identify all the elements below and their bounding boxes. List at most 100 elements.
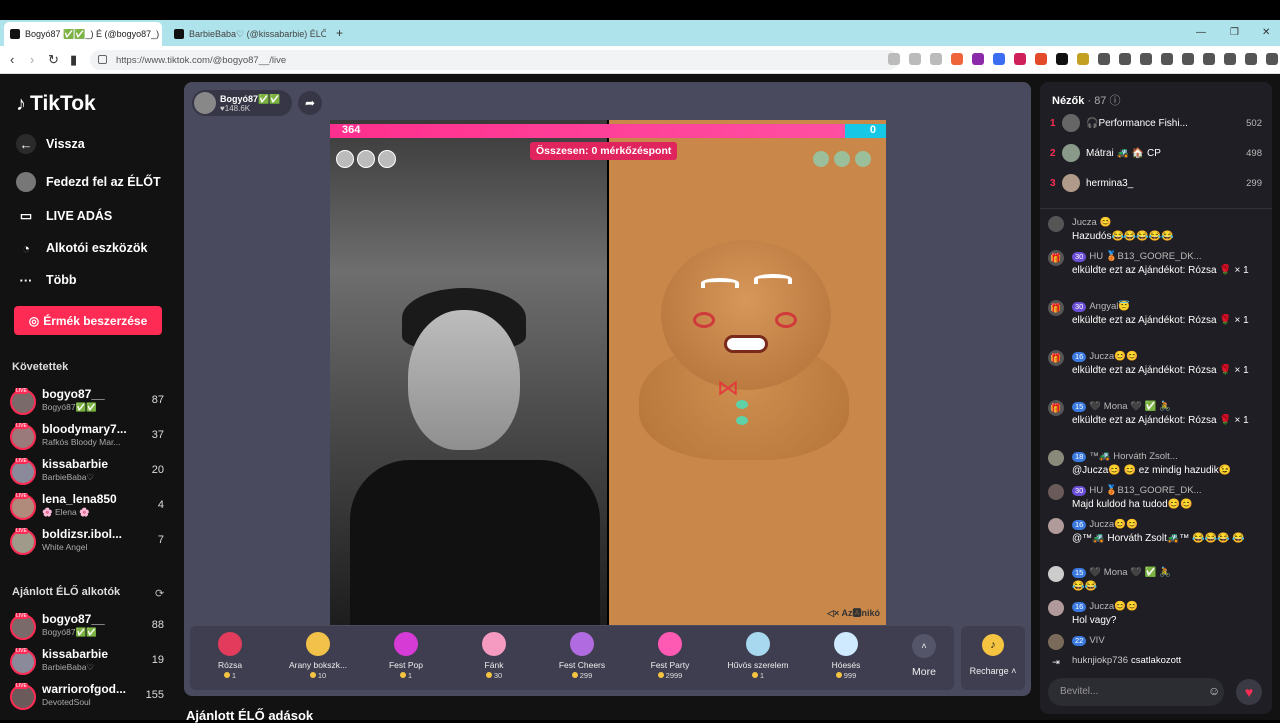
supporter-avatar[interactable] [378, 150, 396, 168]
mute-icon[interactable]: ◁× [827, 608, 839, 618]
avatar [1048, 216, 1064, 232]
tiktok-logo[interactable]: ♪ TikTok [16, 92, 96, 116]
get-coins-button[interactable]: ◎ Érmék beszerzése [14, 306, 162, 335]
recommended-account[interactable]: LIVE warriorofgod... DevotedSoul 155 [10, 682, 170, 714]
nav-creator-tools[interactable]: ◔ Alkotói eszközök [16, 238, 147, 258]
brave-shield-icon[interactable] [951, 53, 963, 65]
gingerbread-button [736, 400, 748, 409]
extension-icon[interactable] [1056, 53, 1068, 65]
following-account[interactable]: LIVE kissabarbie BarbieBaba♡ 20 [10, 457, 170, 489]
translate-icon[interactable] [888, 53, 900, 65]
extension-icons [888, 53, 1278, 65]
gift-icon: 🎁 [1048, 250, 1064, 266]
share-button[interactable]: ➦ [298, 91, 322, 115]
heart-icon: ♥ [1244, 684, 1254, 700]
browser-tab[interactable]: BarbieBaba♡ (@kissabarbie) ÉLŐ [168, 22, 326, 46]
site-info-icon[interactable] [98, 55, 107, 64]
bookmark-icon[interactable]: ▮ [70, 52, 77, 68]
top-viewer[interactable]: 3 hermina3_ 299 [1050, 174, 1262, 194]
avatar: LIVE [10, 648, 36, 675]
forward-icon[interactable]: › [30, 52, 34, 67]
host-info[interactable]: Bogyó87✅✅ ♥148.6K [192, 90, 292, 116]
warning-icon[interactable] [972, 53, 984, 65]
supporter-placeholder-icon[interactable] [812, 150, 830, 168]
more-gifts-button[interactable]: ˄ More [912, 634, 936, 678]
coin-icon [751, 672, 758, 678]
extension-icon[interactable] [993, 53, 1005, 65]
new-tab-icon[interactable]: + [336, 26, 343, 40]
music-icon[interactable] [1140, 53, 1152, 65]
minimize-icon[interactable]: — [1196, 27, 1206, 38]
supporter-placeholder-icon[interactable] [833, 150, 851, 168]
tab-title: BarbieBaba♡ (@kissabarbie) ÉLŐ [189, 28, 326, 39]
recharge-button[interactable]: ♪ Recharge ˄ [961, 626, 1025, 690]
extension-icon[interactable] [1119, 53, 1131, 65]
extension-icon[interactable] [1014, 53, 1026, 65]
url-field[interactable]: https://www.tiktok.com/@bogyo87__/live [90, 50, 898, 70]
gift-icon: 🎁 [1048, 300, 1064, 316]
gift-item[interactable]: Hűvös szerelem 1 [718, 632, 798, 680]
avatar: LIVE [10, 613, 36, 640]
gift-item[interactable]: Fest Party 2999 [630, 632, 710, 680]
extension-icon[interactable] [1035, 53, 1047, 65]
video-face-shape [408, 310, 520, 450]
zoom-icon[interactable] [909, 53, 921, 65]
top-viewer[interactable]: 2 Mátrai 🚜 🏠 CP 498 [1050, 144, 1262, 164]
wallet-icon[interactable] [1182, 53, 1194, 65]
join-icon: ⇥ [1052, 656, 1060, 667]
battle-video[interactable]: ⋈ ◁× Az🅰nikó 364 0 Összesen: 0 mérkőzésp… [330, 120, 886, 625]
info-icon[interactable]: ⓘ [1110, 95, 1121, 107]
top-viewer[interactable]: 1 🎧Performance Fishi... 502 [1050, 114, 1262, 134]
extension-icon[interactable] [1077, 53, 1089, 65]
coin-icon [485, 672, 492, 678]
sidebar: ♪ TikTok ← Vissza Fedezd fel az ÉLŐT ▭ L… [0, 74, 180, 720]
browser-tab-active[interactable]: Bogyó87 ✅✅_) É (@bogyo87_) é ✕ [4, 22, 162, 46]
puzzle-icon[interactable] [1098, 53, 1110, 65]
chat-input[interactable]: Bevitel... [1048, 678, 1224, 706]
right-supporters[interactable] [812, 150, 872, 168]
vpn-icon[interactable] [1245, 53, 1257, 65]
share-page-icon[interactable] [930, 53, 942, 65]
close-window-icon[interactable]: ✕ [1262, 27, 1270, 38]
left-supporters[interactable] [336, 150, 396, 168]
gift-item[interactable]: Fest Cheers 299 [542, 632, 622, 680]
following-account[interactable]: LIVE bogyo87__ Bogyó87✅✅ 87 [10, 387, 170, 419]
reload-icon[interactable]: ↻ [48, 52, 59, 68]
sidebar-icon[interactable] [1161, 53, 1173, 65]
supporter-avatar[interactable] [357, 150, 375, 168]
gift-item[interactable]: Rózsa 1 [190, 632, 270, 680]
gift-item[interactable]: Fánk 30 [454, 632, 534, 680]
gift-item[interactable]: Fest Pop 1 [366, 632, 446, 680]
menu-icon[interactable] [1266, 53, 1278, 65]
following-account[interactable]: LIVE boldizsr.ibol... White Angel 7 [10, 527, 170, 559]
ai-icon[interactable] [1224, 53, 1236, 65]
following-account[interactable]: LIVE bloodymary7... Rafkós Bloody Mar...… [10, 422, 170, 454]
nav-back[interactable]: ← Vissza [16, 134, 85, 154]
gift-item[interactable]: Hóesés 999 [806, 632, 886, 680]
back-icon[interactable]: ‹ [10, 52, 14, 67]
tiktok-note-icon: ♪ [16, 92, 26, 115]
refresh-icon[interactable]: ⟳ [155, 587, 164, 600]
recommended-account[interactable]: LIVE bogyo87__ Bogyó87✅✅ 88 [10, 612, 170, 644]
recommended-account[interactable]: LIVE kissabarbie BarbieBaba♡ 19 [10, 647, 170, 679]
nav-explore-live[interactable]: Fedezd fel az ÉLŐT [16, 172, 161, 192]
coin-icon [223, 672, 230, 678]
supporter-avatar[interactable] [336, 150, 354, 168]
extension-icon[interactable] [1203, 53, 1215, 65]
more-dots-icon: ··· [19, 272, 33, 288]
viewers-header[interactable]: Nézők · 87 ⓘ [1052, 92, 1121, 108]
avatar-icon [16, 172, 36, 192]
tiktok-favicon-icon [174, 29, 184, 39]
like-button[interactable]: ♥ [1236, 679, 1262, 705]
recommended-live-title: Ajánlott ÉLŐ adások [186, 708, 314, 723]
gingerbread-cheek [775, 312, 797, 328]
tiktok-page: ♪ TikTok ← Vissza Fedezd fel az ÉLŐT ▭ L… [0, 74, 1280, 723]
nav-live-studio[interactable]: ▭ LIVE ADÁS [16, 206, 112, 226]
gift-item[interactable]: Arany bokszk... 10 [278, 632, 358, 680]
supporter-placeholder-icon[interactable] [854, 150, 872, 168]
emoji-icon[interactable]: ☺ [1208, 684, 1220, 698]
nav-more[interactable]: ··· Több [16, 270, 77, 290]
following-account[interactable]: LIVE lena_lena850 🌸 Elena 🌸 4 [10, 492, 170, 524]
cool-love-gift-icon [746, 632, 770, 656]
maximize-icon[interactable]: ❐ [1230, 27, 1239, 38]
